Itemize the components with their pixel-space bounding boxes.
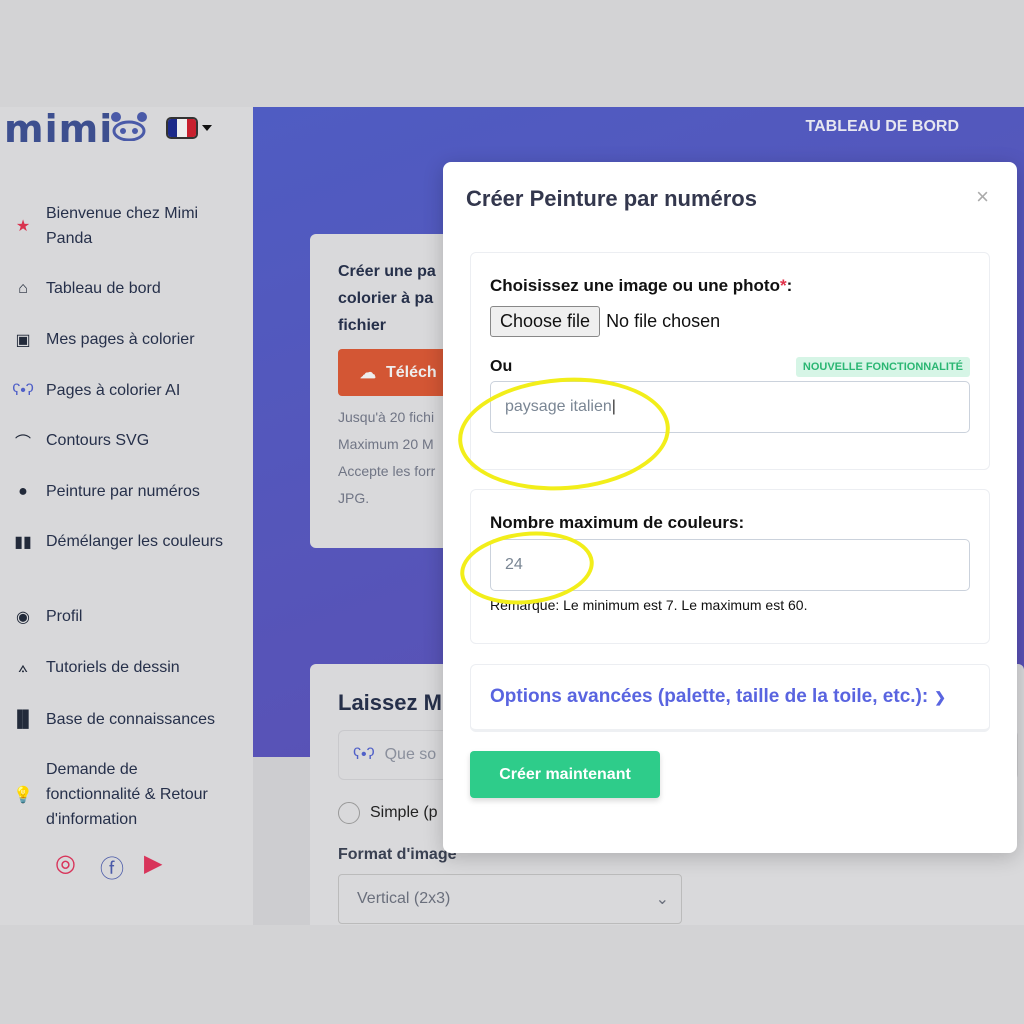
max-colors-input[interactable]: 24 [490, 539, 970, 591]
format-select[interactable]: Vertical (2x3) ⌄ [338, 874, 682, 924]
home-icon: ⌂ [18, 279, 28, 297]
panda-logo-icon [111, 112, 147, 141]
image-section: Choisissez une image ou une photo*: Choo… [470, 252, 990, 470]
upload-note: Jusqu'à 20 fichi [338, 409, 435, 425]
new-feature-badge: NOUVELLE FONCTIONNALITÉ [795, 357, 970, 377]
sidebar-item-my-pages[interactable]: ▣ Mes pages à colorier [0, 327, 253, 352]
cloud-download-icon: ☁ [360, 364, 376, 382]
file-input[interactable]: Choose file No file chosen [490, 306, 970, 337]
sidebar-item-label: Contours SVG [46, 432, 150, 449]
sidebar-item-label: Démélanger les couleurs [46, 533, 223, 550]
sidebar-item-tutorials[interactable]: ⟑ Tutoriels de dessin [0, 655, 253, 680]
books-icon: ▐▌ [11, 710, 35, 728]
instagram-icon[interactable]: ◎ [55, 849, 76, 878]
sidebar-item-label: Bienvenue chez Mimi Panda [46, 205, 199, 247]
close-icon[interactable]: × [976, 184, 989, 210]
image-prompt-value: paysage italien [505, 398, 612, 415]
radio-circle[interactable] [338, 802, 360, 824]
bezier-icon: ⌒ [14, 434, 31, 452]
compass-icon: ⟑ [18, 658, 28, 676]
star-icon: ★ [15, 218, 31, 235]
upload-card-title: Créer une pa colorier à pa fichier [338, 263, 436, 334]
image-prompt-input[interactable]: paysage italien | [490, 381, 970, 433]
sidebar-item-welcome[interactable]: ★ Bienvenue chez Mimi Panda [0, 201, 253, 251]
sidebar-item-unmix[interactable]: ▮▮ Démélanger les couleurs [0, 529, 253, 554]
sidebar-item-label: Mes pages à colorier [46, 331, 195, 348]
upload-button-label: Téléch [386, 363, 437, 381]
advanced-options-section: Options avancées (palette, taille de la … [470, 664, 990, 732]
max-colors-value: 24 [505, 556, 523, 573]
colors-section: Nombre maximum de couleurs: 24 Remarque:… [470, 489, 990, 644]
facebook-icon[interactable]: ⓕ [100, 849, 124, 884]
nav-dashboard-link[interactable]: TABLEAU DE BORD [806, 118, 959, 136]
colors-note: Remarque: Le minimum est 7. Le maximum e… [490, 597, 808, 613]
palette-icon: ● [18, 482, 28, 500]
create-paint-by-numbers-modal: Créer Peinture par numéros × Choisissez … [443, 162, 1017, 853]
sidebar-item-label: Base de connaissances [46, 711, 215, 728]
upload-note: Maximum 20 M [338, 436, 434, 452]
advanced-options-toggle[interactable]: Options avancées (palette, taille de la … [490, 686, 970, 708]
panda-icon: ʕ•ʔ [353, 746, 375, 763]
sidebar-item-svg[interactable]: ⌒ Contours SVG [0, 428, 253, 453]
image-label: Choisissez une image ou une photo*: [490, 276, 793, 295]
panda-icon: ʕ•ʔ [12, 381, 34, 399]
or-label: Ou [490, 358, 513, 375]
sidebar-item-dashboard[interactable]: ⌂ Tableau de bord [0, 276, 253, 301]
no-file-text: No file chosen [606, 311, 721, 331]
upload-note: JPG. [338, 490, 370, 506]
colors-label: Nombre maximum de couleurs: [490, 513, 745, 532]
sidebar-item-label: Tutoriels de dessin [46, 659, 180, 676]
sidebar: mimi ★ Bienvenue chez Mimi Panda ⌂ Tableau… [0, 107, 253, 925]
chevron-down-icon: ❯ [934, 688, 946, 705]
choose-file-button[interactable]: Choose file [490, 306, 601, 337]
sidebar-item-paint-by-numbers[interactable]: ● Peinture par numéros [0, 479, 253, 504]
swatch-icon: ▮▮ [14, 533, 32, 551]
sidebar-item-feedback[interactable]: 💡 Demande de fonctionnalité & Retour d'in… [0, 757, 253, 832]
upload-note: Accepte les forr [338, 463, 436, 479]
language-flag[interactable] [166, 117, 198, 139]
sidebar-item-label: Demande de fonctionnalité & Retour d'inf… [46, 761, 208, 828]
lightbulb-icon: 💡 [13, 786, 33, 804]
create-now-button[interactable]: Créer maintenant [470, 751, 660, 798]
image-icon: ▣ [15, 331, 31, 349]
sidebar-item-label: Profil [46, 608, 83, 625]
caret-down-icon[interactable] [202, 125, 212, 136]
logo[interactable]: mimi [4, 107, 113, 151]
radio-label: Simple (p [370, 804, 438, 821]
sidebar-item-ai-pages[interactable]: ʕ•ʔ Pages à colorier AI [0, 378, 253, 403]
user-icon: ◉ [16, 608, 30, 626]
format-value: Vertical (2x3) [357, 890, 451, 907]
youtube-icon[interactable]: ▶ [144, 849, 162, 878]
sidebar-item-label: Peinture par numéros [46, 483, 200, 500]
sidebar-item-knowledge[interactable]: ▐▌ Base de connaissances [0, 707, 253, 732]
advanced-options-label: Options avancées (palette, taille de la … [490, 686, 929, 707]
sidebar-item-label: Pages à colorier AI [46, 382, 181, 399]
sidebar-item-profile[interactable]: ◉ Profil [0, 604, 253, 629]
modal-title: Créer Peinture par numéros [466, 186, 757, 211]
sidebar-item-label: Tableau de bord [46, 280, 161, 297]
prompt-placeholder: Que so [384, 746, 437, 763]
chevron-down-icon: ⌄ [655, 891, 669, 908]
